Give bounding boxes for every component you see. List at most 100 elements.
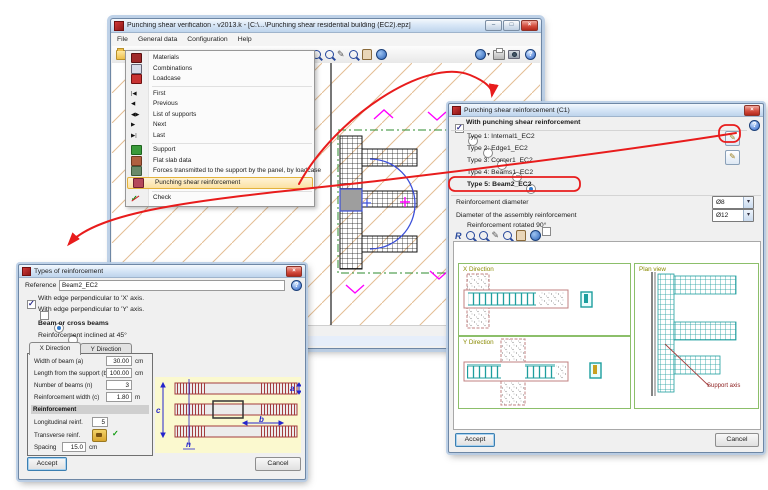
combinations-icon (131, 63, 142, 74)
menu-item-previous[interactable]: Previous (126, 99, 314, 110)
length-label: Length from the support (b) (34, 370, 109, 377)
maximize-button[interactable] (503, 20, 520, 31)
dialog-title: Types of reinforcement (34, 267, 104, 275)
view-3d-icon[interactable] (474, 49, 486, 60)
dialog-titlebar[interactable]: Punching shear reinforcement (C1) (449, 104, 763, 117)
reinf-width-label: Reinforcement width (c) (34, 394, 100, 401)
cancel-button[interactable]: Cancel (715, 433, 759, 447)
menu-item-loadcase[interactable]: Loadcase (126, 74, 314, 85)
next-icon (131, 122, 135, 128)
plan-view-section: Plan view Support axis (634, 263, 759, 409)
redraw-globe-icon[interactable] (530, 230, 542, 241)
longitudinal-label: Longitudinal reinf. (34, 419, 83, 426)
pan-hand-icon[interactable] (516, 230, 527, 241)
menu-item-flat-slab-data[interactable]: Flat slab data (126, 155, 314, 167)
view-dropdown-icon[interactable] (487, 51, 490, 58)
menu-item-label: Support (153, 146, 176, 154)
menu-item-label: Last (153, 131, 166, 139)
assembly-combo[interactable]: Ø12 (712, 209, 754, 222)
menu-item-materials[interactable]: Materials (126, 53, 314, 64)
menu-item-label: Flat slab data (153, 156, 192, 164)
menu-item-combinations[interactable]: Combinations (126, 63, 314, 75)
zoom-search-icon[interactable] (503, 231, 513, 240)
transverse-edit-icon[interactable] (92, 429, 107, 442)
width-input[interactable] (106, 356, 132, 366)
spacing-input[interactable] (62, 442, 86, 452)
chevron-down-icon[interactable] (743, 210, 753, 221)
accept-button[interactable]: Accept (455, 433, 495, 447)
minimize-button[interactable] (485, 20, 502, 31)
menu-item-punching-shear-reinforcement[interactable]: Punching shear reinforcement (127, 176, 313, 189)
measure-icon[interactable] (337, 49, 345, 60)
type3-label: Type 3: Corner1_EC2 (467, 157, 533, 164)
reinforcement-preview[interactable]: X Direction Y Direction Plan view Suppor… (453, 241, 761, 430)
menu-item-first[interactable]: First (126, 89, 314, 100)
zoom-out-icon[interactable] (478, 231, 488, 240)
longitudinal-input[interactable] (92, 417, 108, 427)
cancel-button[interactable]: Cancel (255, 457, 301, 471)
reinf-width-input[interactable] (106, 392, 132, 402)
tab-x-direction[interactable]: X Direction (29, 342, 81, 355)
menu-item-label: Combinations (153, 64, 193, 72)
beam-or-cross-label: Beam or cross beams (38, 320, 109, 327)
redraw-globe-icon[interactable] (375, 49, 387, 60)
menu-file[interactable]: File (112, 35, 133, 44)
with-reinforcement-checkbox[interactable] (455, 123, 464, 133)
diameter-combo[interactable]: Ø8 (712, 196, 754, 209)
close-button[interactable] (521, 20, 538, 31)
dialog-close-button[interactable] (744, 104, 760, 116)
type4-label: Type 4: Beams1_EC2 (467, 169, 534, 176)
reference-label: Reference (25, 282, 57, 289)
dialog-close-button[interactable] (286, 265, 302, 277)
reference-input[interactable] (59, 280, 285, 291)
beam-diagram: c b a n (155, 377, 302, 453)
loadcase-icon (131, 74, 142, 85)
redraw-icon[interactable] (455, 231, 462, 241)
divider (451, 130, 747, 131)
diameter-value: Ø8 (716, 198, 725, 206)
menu-item-list-of-supports[interactable]: List of supports (126, 110, 314, 121)
transverse-ok-icon (112, 429, 119, 438)
dim-a-label: a (290, 384, 295, 393)
dialog-help-icon[interactable] (291, 280, 302, 291)
menu-item-next[interactable]: Next (126, 120, 314, 131)
measure-icon[interactable] (492, 230, 500, 241)
menu-item-label: List of supports (153, 110, 197, 118)
menu-item-last[interactable]: Last (126, 131, 314, 142)
main-titlebar[interactable]: Punching shear verification - v2013.k - … (111, 19, 541, 33)
first-icon (131, 91, 137, 97)
support-icon (131, 145, 142, 156)
dim-n-label: n (186, 440, 191, 449)
edge-x-checkbox[interactable] (27, 299, 36, 309)
menu-item-check[interactable]: Check (126, 193, 314, 204)
support-axis-label: Support axis (707, 383, 741, 389)
zoom-out-icon[interactable] (325, 50, 334, 59)
zoom-search-icon[interactable] (348, 50, 358, 59)
menu-help[interactable]: Help (233, 35, 257, 44)
previous-icon (131, 101, 135, 107)
beam-diagram-drawing: c b a n (156, 379, 302, 450)
menu-item-forces[interactable]: Forces transmitted to the support by the… (126, 166, 321, 177)
spacing-unit: cm (89, 444, 98, 451)
edit-type2-button[interactable] (725, 150, 740, 165)
length-input[interactable] (106, 368, 132, 378)
transverse-label: Transverse reinf. (34, 432, 81, 439)
with-reinforcement-label: With punching shear reinforcement (466, 119, 581, 126)
menu-item-support[interactable]: Support (126, 145, 314, 156)
snapshot-icon[interactable] (508, 50, 520, 59)
num-beams-label: Number of beams (n) (34, 382, 93, 389)
dialog-titlebar[interactable]: Types of reinforcement (19, 265, 305, 278)
menu-general-data[interactable]: General data (133, 35, 182, 44)
menu-configuration[interactable]: Configuration (182, 35, 232, 44)
edit-type-button[interactable] (725, 131, 740, 146)
dialog-help-icon[interactable] (749, 120, 760, 131)
zoom-window-icon[interactable] (465, 231, 475, 240)
num-beams-input[interactable] (106, 380, 132, 390)
menu-item-label: Previous (153, 100, 178, 108)
help-icon[interactable] (525, 49, 536, 60)
chevron-down-icon[interactable] (743, 197, 753, 208)
accept-button[interactable]: Accept (27, 457, 67, 471)
pan-hand-icon[interactable] (361, 49, 372, 60)
print-icon[interactable] (493, 47, 505, 60)
forces-icon (131, 166, 142, 177)
